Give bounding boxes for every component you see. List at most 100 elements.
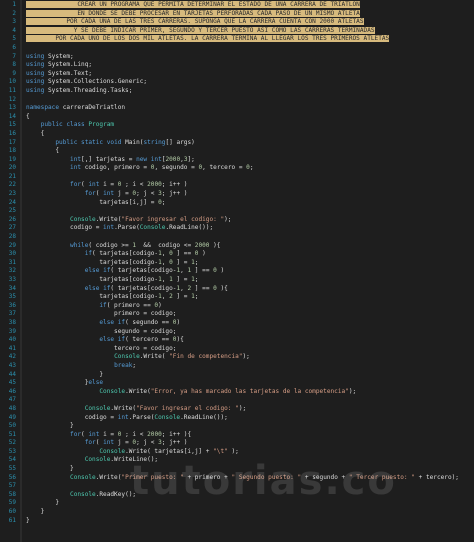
code-line[interactable]: 45 }else [0,379,474,388]
code-token: System.Collections.Generic; [44,78,148,86]
code-line[interactable]: 31 tarjetas[codigo-1, 0 ] = 1; [0,259,474,268]
code-text: if( tarjetas[codigo-1, 0 ] == 0 ) [26,250,206,259]
code-line[interactable]: 14 { [0,113,474,122]
code-line[interactable]: 35 tarjetas[codigo-1, 2 ] = 1; [0,293,474,302]
code-line[interactable]: 11 using System.Threading.Tasks; [0,87,474,96]
code-text: for( int i = 0 ; i < 2000; i++ ) [26,181,187,190]
code-token: ); [227,447,239,455]
code-token: tarjetas[codigo- [26,276,159,283]
line-number: 22 [8,181,16,189]
code-line[interactable]: 8 using System.Linq; [0,61,474,70]
code-line[interactable]: 52 for( int j = 0; j < 3; j++ ) [0,439,474,448]
line-number: 12 [8,95,16,103]
line-number: 19 [8,155,16,163]
code-line[interactable]: 37 primero = codigo; [0,310,474,319]
code-line[interactable]: 21 [0,173,474,182]
code-token: else [84,284,100,292]
code-line[interactable]: 26 Console.Write("Favor ingresar el codi… [0,216,474,225]
code-line[interactable]: 4 Y SE DEBE INDICAR PRIMER, SEGUNDO Y TE… [0,26,474,36]
code-text: else if( segundo == 0) [26,319,180,328]
line-number: 53 [8,447,16,455]
code-token: ); [224,215,232,223]
code-line[interactable]: 20 int codigo, primero = 0, segundo = 0,… [0,164,474,173]
code-line[interactable]: 22 for( int i = 0 ; i < 2000; i++ ) [0,181,474,190]
code-line[interactable]: 51 for( int i = 0 ; i < 2000; i++ ){ [0,431,474,440]
code-line[interactable]: 34 else if( tarjetas[codigo-1, 2 ] == 0 … [0,285,474,294]
code-token: ]; [187,155,195,163]
code-token: if [117,318,126,326]
line-number: 21 [8,172,16,180]
code-line[interactable]: 46 Console.Write("Error, ya has marcado … [0,388,474,397]
code-line[interactable]: 23 for( int j = 0; j < 3; j++ ) [0,190,474,199]
code-line[interactable]: 42 Console.Write( "Fin de competencia"); [0,353,474,362]
code-line[interactable]: 7 using System; [0,53,474,62]
code-line[interactable]: 9 using System.Text; [0,70,474,79]
code-line[interactable]: 16 { [0,130,474,139]
code-line[interactable]: 30 if( tarjetas[codigo-1, 0 ] == 0 ) [0,250,474,259]
code-token: ( primero == [106,301,155,309]
code-line[interactable]: 39 segundo = codigo; [0,328,474,337]
code-line[interactable]: 29 while( codigo >= 1 && codigo <= 2000 … [0,242,474,251]
code-line[interactable]: 13 namespace carreraDeTriatlon [0,104,474,113]
code-line[interactable]: 43 break; [0,362,474,371]
code-line[interactable]: 44 } [0,371,474,380]
code-line[interactable]: 1 CREAR UN PROGRAMA QUE PERMITA DETERMIN… [0,1,474,10]
code-token: Console [70,473,96,481]
code-token: .Write( [139,353,170,361]
code-line[interactable]: 6 [0,44,474,53]
code-line[interactable]: 18 { [0,147,474,156]
code-line[interactable]: 5 POR CADA UNO DE LOS DOS MIL ATLETAS. L… [0,35,474,44]
code-line[interactable]: 36 if( primero == 0) [0,302,474,311]
code-token: else [99,318,115,326]
code-token: 2000 [147,181,162,189]
code-line[interactable]: 49 codigo = int.Parse(Console.ReadLine()… [0,414,474,423]
line-number: 60 [8,508,16,516]
code-area[interactable]: 1 CREAR UN PROGRAMA QUE PERMITA DETERMIN… [0,1,474,525]
code-line[interactable]: 38 else if( segundo == 0) [0,319,474,328]
code-line[interactable]: 24 tarjetas[i,j] = 0; [0,199,474,208]
code-line[interactable]: 3 POR CADA UNA DE LAS TRES CARRERAS. SUP… [0,18,474,27]
code-line[interactable]: 28 [0,233,474,242]
code-line[interactable]: 41 tercero = codigo; [0,345,474,354]
code-line[interactable]: 50 } [0,422,474,431]
code-text: tercero = codigo; [26,345,176,354]
code-text: { [26,130,45,139]
code-line[interactable]: 40 else if( tercero == 0){ [0,336,474,345]
code-text: public class Program [26,121,114,130]
code-line[interactable]: 19 int[,] tarjetas = new int[2000,3]; [0,156,474,165]
code-token: class [66,121,85,129]
code-token: ; j++ ) [161,439,188,447]
line-number: 17 [8,138,16,146]
code-line[interactable]: 47 [0,396,474,405]
code-line[interactable]: 33 tarjetas[codigo-1, 1 ] = 1; [0,276,474,285]
code-token: Y SE DEBE INDICAR PRIMER, SEGUNDO Y TERC… [26,26,375,34]
code-line[interactable]: 48 Console.Write("Favor ingresar el codi… [0,405,474,414]
line-number: 50 [8,422,16,430]
code-token: ) [176,318,181,326]
line-number: 48 [8,404,16,412]
line-number: 2 [12,9,16,17]
code-text: EN DONDE SE DEBE PROCESAR EN TARJETAS PE… [26,9,360,19]
code-line[interactable]: 60 } [0,508,474,517]
code-token: ; i < [121,181,148,189]
code-line[interactable]: 27 codigo = int.Parse(Console.ReadLine()… [0,224,474,233]
line-number: 55 [8,465,16,473]
code-line[interactable]: 25 [0,207,474,216]
code-line[interactable]: 32 else if( tarjetas[codigo-1, 1 ] == 0 … [0,267,474,276]
code-line[interactable]: 61} [0,517,474,526]
code-line[interactable]: 2 EN DONDE SE DEBE PROCESAR EN TARJETAS … [0,9,474,19]
code-line[interactable]: 53 Console.Write( tarjetas[i,j] + "\t" )… [0,448,474,457]
code-line[interactable]: 10 using System.Collections.Generic; [0,78,474,87]
code-token: ){ [176,336,184,344]
code-token: codigo, primero = [81,164,151,172]
line-number: 35 [8,293,16,301]
code-editor[interactable]: 1 CREAR UN PROGRAMA QUE PERMITA DETERMIN… [0,0,474,542]
code-line[interactable]: 15 public class Program [0,121,474,130]
code-line[interactable]: 12 [0,96,474,105]
code-token: ; i < [121,430,148,438]
code-line[interactable]: 17 public static void Main(string[] args… [0,139,474,148]
